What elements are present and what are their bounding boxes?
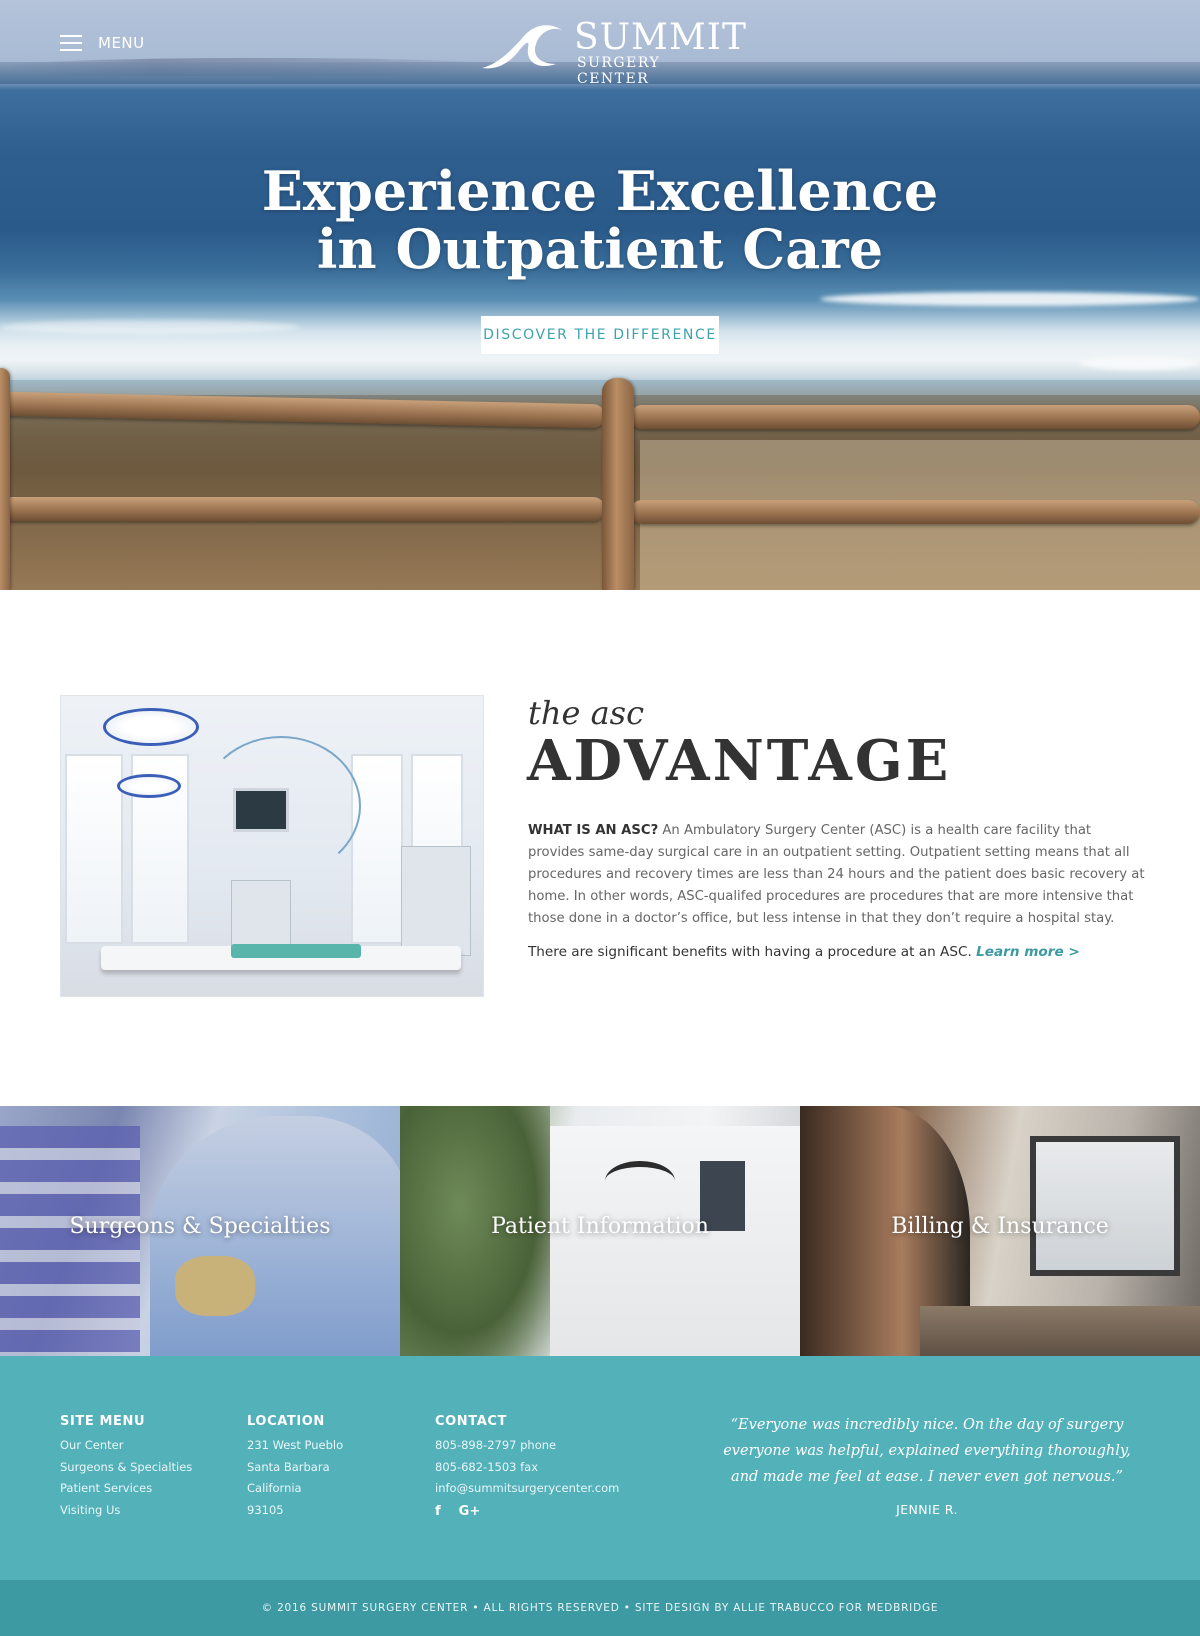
footer-link-our-center[interactable]: Our Center <box>60 1435 192 1457</box>
fence-rail <box>0 497 605 521</box>
top-bar: MENU SUMMIT SURGERY CENTER <box>0 0 1200 90</box>
fence-post <box>0 368 10 590</box>
footer-link-surgeons-specialties[interactable]: Surgeons & Specialties <box>60 1457 192 1479</box>
supply-shelves <box>0 1126 140 1356</box>
site-footer: SITE MENU Our Center Surgeons & Specialt… <box>0 1356 1200 1580</box>
tile-label: Patient Information <box>491 1214 709 1239</box>
hero-banner: MENU SUMMIT SURGERY CENTER Experience Ex… <box>0 0 1200 590</box>
or-monitor <box>233 788 289 832</box>
or-drape <box>231 944 361 958</box>
surgical-light <box>103 708 199 746</box>
asc-lead: WHAT IS AN ASC? <box>528 823 659 838</box>
testimonial-author: JENNIE R. <box>896 1502 958 1517</box>
asc-benefit: There are significant benefits with havi… <box>528 944 1146 960</box>
footer-site-menu: SITE MENU Our Center Surgeons & Specialt… <box>60 1414 192 1521</box>
address-line: 93105 <box>247 1502 284 1517</box>
menu-button[interactable]: MENU <box>60 34 145 52</box>
footer-heading: SITE MENU <box>60 1414 146 1429</box>
footer-contact: CONTACT 805-898-2797 phone 805-682-1503 … <box>435 1414 619 1519</box>
operating-room-photo <box>60 695 484 997</box>
testimonial-quote: “Everyone was incredibly nice. On the da… <box>723 1417 1131 1485</box>
wave-logo-icon <box>482 25 562 69</box>
or-window <box>65 754 123 944</box>
address-line: California <box>247 1481 302 1495</box>
fence-post <box>602 378 634 590</box>
social-links: f G+ <box>435 1504 619 1519</box>
facebook-icon[interactable]: f <box>435 1504 441 1519</box>
address-line: Santa Barbara <box>247 1459 330 1474</box>
asc-heading: ADVANTAGE <box>527 728 952 794</box>
surgical-light <box>117 774 181 798</box>
copyright-text: © 2016 SUMMIT SURGERY CENTER • ALL RIGHT… <box>261 1602 939 1614</box>
asc-kicker: the asc <box>528 694 644 732</box>
building-logo <box>605 1161 675 1201</box>
building-facade <box>550 1126 800 1356</box>
hero-title-line2: in Outpatient Care <box>316 217 884 281</box>
asc-body-text: An Ambulatory Surgery Center (ASC) is a … <box>528 823 1145 926</box>
or-window <box>351 754 403 944</box>
tile-surgeons-specialties[interactable]: Surgeons & Specialties <box>0 1106 400 1356</box>
footer-heading: LOCATION <box>247 1414 325 1429</box>
fence-rail <box>630 405 1200 429</box>
footer-link-patient-services[interactable]: Patient Services <box>60 1478 192 1500</box>
tile-label: Surgeons & Specialties <box>69 1214 331 1239</box>
surgeon-mask <box>175 1256 255 1316</box>
desk <box>920 1306 1200 1356</box>
phone-link[interactable]: 805-898-2797 phone <box>435 1435 619 1457</box>
menu-label: MENU <box>98 34 145 52</box>
asc-description: WHAT IS AN ASC? An Ambulatory Surgery Ce… <box>528 820 1146 930</box>
fax-number: 805-682-1503 fax <box>435 1459 539 1474</box>
hero-title-line1: Experience Excellence <box>261 159 939 223</box>
fence-rail <box>630 500 1200 524</box>
computer-monitor <box>1030 1136 1180 1276</box>
or-machine <box>231 880 291 950</box>
address-line: 231 West Pueblo <box>247 1438 344 1452</box>
discover-difference-button[interactable]: DISCOVER THE DIFFERENCE <box>481 316 719 354</box>
logo-name: SUMMIT <box>574 17 747 58</box>
footer-heading: CONTACT <box>435 1414 507 1429</box>
site-logo[interactable]: SUMMIT SURGERY CENTER <box>478 18 746 87</box>
asc-benefit-text: There are significant benefits with havi… <box>528 944 977 960</box>
footer-location: LOCATION 231 West Pueblo Santa Barbara C… <box>247 1414 343 1521</box>
hamburger-icon <box>60 35 82 51</box>
google-plus-icon[interactable]: G+ <box>459 1504 481 1519</box>
email-link[interactable]: info@summitsurgerycenter.com <box>435 1478 619 1500</box>
or-machine <box>401 846 471 956</box>
footer-link-visiting-us[interactable]: Visiting Us <box>60 1500 192 1522</box>
tile-label: Billing & Insurance <box>891 1214 1109 1239</box>
logo-subtitle: SURGERY CENTER <box>577 55 661 87</box>
tile-patient-information[interactable]: Patient Information <box>400 1106 800 1356</box>
tile-billing-insurance[interactable]: Billing & Insurance <box>800 1106 1200 1356</box>
hero-wave <box>820 292 1200 306</box>
hero-title: Experience Excellence in Outpatient Care <box>200 162 1000 278</box>
learn-more-link[interactable]: Learn more > <box>976 944 1080 960</box>
copyright-bar: © 2016 SUMMIT SURGERY CENTER • ALL RIGHT… <box>0 1580 1200 1636</box>
